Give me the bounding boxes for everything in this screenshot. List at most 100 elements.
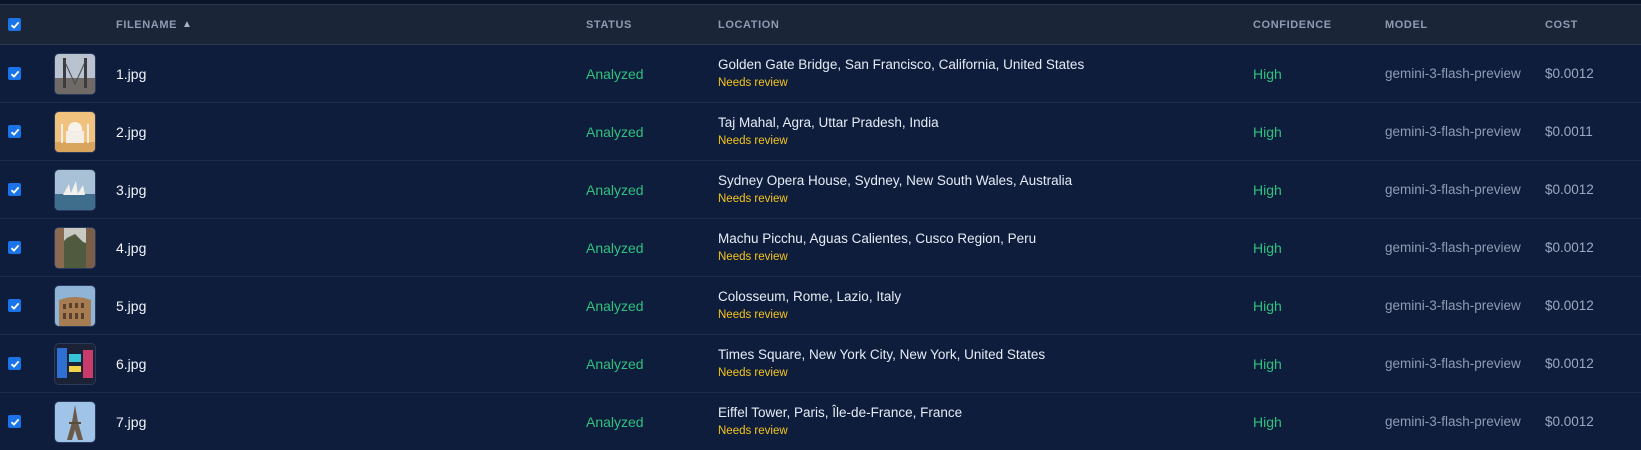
confidence-cell: High <box>1253 277 1282 334</box>
confidence-text: High <box>1253 123 1282 140</box>
filename: 2.jpg <box>116 123 147 140</box>
column-header-filename[interactable]: FILENAME ▲ <box>116 5 193 44</box>
select-all-checkbox[interactable] <box>8 18 21 31</box>
cost-cell: $0.0012 <box>1545 161 1594 218</box>
image-thumbnail[interactable] <box>55 227 95 268</box>
cost-cell: $0.0012 <box>1545 277 1594 334</box>
confidence-cell: High <box>1253 103 1282 160</box>
times-photo-icon <box>55 343 95 384</box>
confidence-text: High <box>1253 65 1282 82</box>
row-checkbox[interactable] <box>8 67 21 80</box>
status-text: Analyzed <box>586 413 644 430</box>
needs-review-flag: Needs review <box>718 309 788 321</box>
status-cell: Analyzed <box>586 161 644 218</box>
location-cell: Taj Mahal, Agra, Uttar Pradesh, India Ne… <box>718 103 939 160</box>
opera-photo-icon <box>55 169 95 210</box>
column-header-cost[interactable]: COST <box>1545 5 1578 44</box>
image-thumbnail[interactable] <box>55 53 95 94</box>
confidence-cell: High <box>1253 393 1282 450</box>
table-row[interactable]: 1.jpg Analyzed Golden Gate Bridge, San F… <box>0 45 1641 103</box>
row-checkbox[interactable] <box>8 183 21 196</box>
cost-text: $0.0012 <box>1545 240 1594 255</box>
status-text: Analyzed <box>586 355 644 372</box>
row-checkbox[interactable] <box>8 299 21 312</box>
thumbnail-cell <box>55 45 95 102</box>
filename: 5.jpg <box>116 297 147 314</box>
location-cell: Eiffel Tower, Paris, Île-de-France, Fran… <box>718 393 962 450</box>
row-select-cell <box>8 219 21 276</box>
model-text: gemini-3-flash-preview <box>1385 356 1521 371</box>
table-row[interactable]: 3.jpg Analyzed Sydney Opera House, Sydne… <box>0 161 1641 219</box>
filename: 7.jpg <box>116 413 147 430</box>
filename-cell: 3.jpg <box>116 161 146 218</box>
thumbnail-cell <box>55 103 95 160</box>
thumbnail-cell <box>55 219 95 276</box>
row-select-cell <box>8 393 21 450</box>
checkmark-icon <box>10 70 19 78</box>
cost-text: $0.0012 <box>1545 182 1594 197</box>
needs-review-flag: Needs review <box>718 425 788 437</box>
column-header-confidence[interactable]: CONFIDENCE <box>1253 5 1332 44</box>
table-row[interactable]: 6.jpg Analyzed Times Square, New York Ci… <box>0 335 1641 393</box>
model-cell: gemini-3-flash-preview <box>1385 45 1521 102</box>
model-text: gemini-3-flash-preview <box>1385 414 1521 429</box>
cost-text: $0.0012 <box>1545 414 1594 429</box>
confidence-text: High <box>1253 355 1282 372</box>
needs-review-flag: Needs review <box>718 251 788 263</box>
location-text: Sydney Opera House, Sydney, New South Wa… <box>718 173 1073 188</box>
image-thumbnail[interactable] <box>55 343 95 384</box>
row-checkbox[interactable] <box>8 125 21 138</box>
image-thumbnail[interactable] <box>55 285 95 326</box>
table-row[interactable]: 4.jpg Analyzed Machu Picchu, Aguas Calie… <box>0 219 1641 277</box>
table-row[interactable]: 2.jpg Analyzed Taj Mahal, Agra, Uttar Pr… <box>0 103 1641 161</box>
needs-review-flag: Needs review <box>718 135 788 147</box>
row-checkbox[interactable] <box>8 241 21 254</box>
location-text: Colosseum, Rome, Lazio, Italy <box>718 289 902 304</box>
checkmark-icon <box>10 21 19 29</box>
cost-text: $0.0012 <box>1545 356 1594 371</box>
row-checkbox[interactable] <box>8 357 21 370</box>
location-cell: Sydney Opera House, Sydney, New South Wa… <box>718 161 1072 218</box>
colosseum-photo-icon <box>55 285 95 326</box>
model-text: gemini-3-flash-preview <box>1385 66 1521 81</box>
column-header-model[interactable]: MODEL <box>1385 5 1428 44</box>
cost-cell: $0.0012 <box>1545 45 1594 102</box>
cost-cell: $0.0012 <box>1545 393 1594 450</box>
cost-cell: $0.0011 <box>1545 103 1593 160</box>
table-body: 1.jpg Analyzed Golden Gate Bridge, San F… <box>0 45 1641 450</box>
model-cell: gemini-3-flash-preview <box>1385 277 1521 334</box>
row-select-cell <box>8 277 21 334</box>
column-header-status[interactable]: STATUS <box>586 5 632 44</box>
taj-photo-icon <box>55 111 95 152</box>
checkmark-icon <box>10 186 19 194</box>
table-row[interactable]: 7.jpg Analyzed Eiffel Tower, Paris, Île-… <box>0 393 1641 450</box>
bridge-photo-icon <box>55 53 95 94</box>
filename-cell: 1.jpg <box>116 45 146 102</box>
confidence-cell: High <box>1253 335 1282 392</box>
filename: 1.jpg <box>116 65 147 82</box>
results-table: FILENAME ▲ STATUS LOCATION CONFIDENCE MO… <box>0 5 1641 450</box>
cost-cell: $0.0012 <box>1545 219 1594 276</box>
status-text: Analyzed <box>586 239 644 256</box>
column-header-location[interactable]: LOCATION <box>718 5 779 44</box>
row-select-cell <box>8 103 21 160</box>
status-text: Analyzed <box>586 65 644 82</box>
table-row[interactable]: 5.jpg Analyzed Colosseum, Rome, Lazio, I… <box>0 277 1641 335</box>
row-select-cell <box>8 161 21 218</box>
filename: 3.jpg <box>116 181 147 198</box>
location-cell: Golden Gate Bridge, San Francisco, Calif… <box>718 45 1084 102</box>
row-checkbox[interactable] <box>8 415 21 428</box>
row-select-cell <box>8 335 21 392</box>
confidence-cell: High <box>1253 219 1282 276</box>
status-text: Analyzed <box>586 123 644 140</box>
status-cell: Analyzed <box>586 335 644 392</box>
status-cell: Analyzed <box>586 45 644 102</box>
checkmark-icon <box>10 244 19 252</box>
confidence-text: High <box>1253 297 1282 314</box>
image-thumbnail[interactable] <box>55 401 95 442</box>
needs-review-flag: Needs review <box>718 367 788 379</box>
image-thumbnail[interactable] <box>55 169 95 210</box>
model-cell: gemini-3-flash-preview <box>1385 335 1521 392</box>
model-text: gemini-3-flash-preview <box>1385 240 1521 255</box>
image-thumbnail[interactable] <box>55 111 95 152</box>
